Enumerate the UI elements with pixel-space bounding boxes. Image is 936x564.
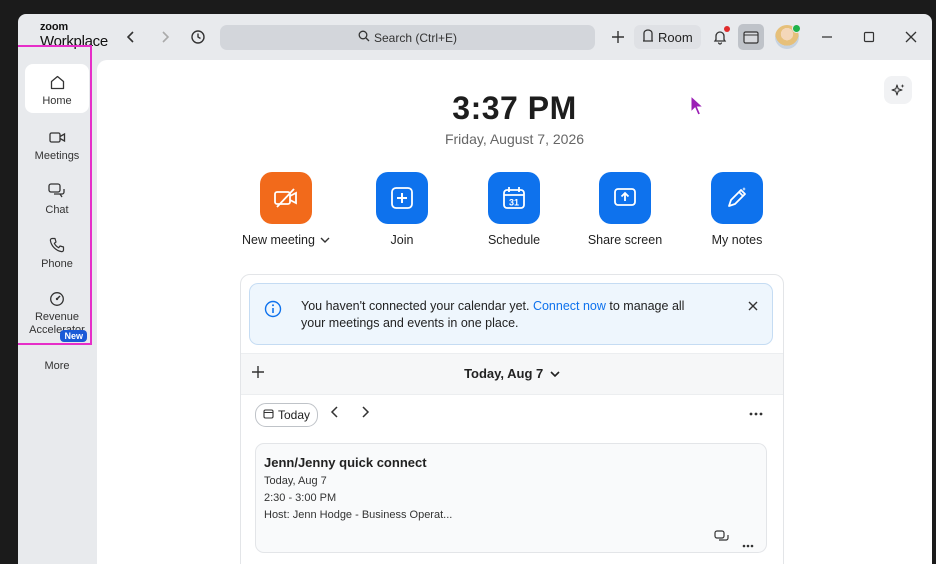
meeting-more-options-button[interactable] <box>742 535 754 553</box>
sidebar-item-home[interactable]: Home <box>25 64 89 113</box>
share-screen-button[interactable] <box>599 172 651 224</box>
meeting-time: 2:30 - 3:00 PM <box>264 492 337 504</box>
calendar-connect-banner: You haven't connected your calendar yet.… <box>249 283 773 345</box>
gauge-icon <box>49 288 65 310</box>
minimize-button[interactable] <box>816 26 838 48</box>
video-off-icon <box>274 188 297 208</box>
chevron-down-icon <box>550 366 560 381</box>
schedule-button[interactable]: 31 <box>488 172 540 224</box>
calendar-small-icon <box>263 408 274 422</box>
schedule-action[interactable]: 31 Schedule <box>459 172 569 247</box>
current-date: Friday, August 7, 2026 <box>444 131 585 147</box>
forward-button[interactable] <box>154 26 176 48</box>
banner-text: You haven't connected your calendar yet.… <box>301 298 711 332</box>
sidebar-item-label: Meetings <box>34 150 80 162</box>
phone-icon <box>49 234 65 256</box>
chat-bubbles-icon <box>714 530 729 541</box>
previous-day-button[interactable] <box>330 405 340 421</box>
zoom-window: zoom Workplace Search (Ctrl+E) Room Home… <box>18 14 932 564</box>
app-board-icon <box>743 31 759 44</box>
share-up-arrow-icon <box>614 188 636 206</box>
my-notes-button[interactable] <box>711 172 763 224</box>
sidebar-item-label: Phone <box>41 258 73 270</box>
new-plus-button[interactable] <box>607 26 629 48</box>
day-selector[interactable]: Today, Aug 7 <box>241 366 783 381</box>
search-icon <box>358 30 370 45</box>
maximize-button[interactable] <box>858 26 880 48</box>
new-meeting-action[interactable]: New meeting <box>231 172 341 247</box>
chat-bubbles-icon <box>48 180 66 202</box>
schedule-label: Schedule <box>487 233 541 247</box>
sidebar-item-meetings[interactable]: Meetings <box>25 120 89 166</box>
plus-icon <box>391 187 413 209</box>
whiteboard-app-button[interactable] <box>738 24 764 50</box>
today-label: Today <box>278 408 311 422</box>
close-window-button[interactable] <box>900 26 922 48</box>
join-label: Join <box>390 233 414 247</box>
connect-now-link[interactable]: Connect now <box>533 299 606 313</box>
new-meeting-button[interactable] <box>260 172 312 224</box>
calendar-panel: You haven't connected your calendar yet.… <box>240 274 784 564</box>
close-icon <box>748 301 758 311</box>
title-bar: zoom Workplace Search (Ctrl+E) Room <box>18 14 932 60</box>
sidebar-item-label: Home <box>42 95 72 107</box>
video-camera-icon <box>48 126 66 148</box>
presence-status-dot <box>792 24 801 33</box>
sidebar: Home Meetings Chat Phone Revenue Acceler… <box>18 45 96 564</box>
history-icon[interactable] <box>187 26 209 48</box>
room-button[interactable]: Room <box>634 25 701 49</box>
sidebar-item-more[interactable]: More <box>25 360 89 384</box>
room-icon <box>642 29 654 45</box>
share-screen-action[interactable]: Share screen <box>570 172 680 247</box>
search-placeholder: Search (Ctrl+E) <box>373 30 458 45</box>
room-label: Room <box>658 29 693 45</box>
my-notes-label: My notes <box>711 233 763 247</box>
share-screen-label: Share screen <box>587 233 663 247</box>
notification-dot <box>724 26 730 32</box>
notifications-button[interactable] <box>709 26 731 48</box>
mouse-cursor-icon <box>690 95 705 116</box>
next-day-button[interactable] <box>360 405 370 421</box>
join-action[interactable]: Join <box>347 172 457 247</box>
today-button[interactable]: Today <box>255 403 319 427</box>
notes-pen-icon <box>728 187 746 207</box>
more-horizontal-icon <box>749 412 763 416</box>
close-banner-button[interactable] <box>748 298 758 314</box>
new-meeting-label: New meeting <box>242 233 315 247</box>
search-input[interactable]: Search (Ctrl+E) <box>220 25 595 50</box>
sidebar-item-label: More <box>44 360 70 372</box>
info-icon <box>264 300 282 323</box>
meeting-card[interactable]: Jenn/Jenny quick connect Today, Aug 7 2:… <box>255 443 767 553</box>
meeting-chat-button[interactable] <box>714 530 729 549</box>
meeting-date: Today, Aug 7 <box>264 475 327 487</box>
sidebar-item-revenue-accelerator[interactable]: Revenue Accelerator New <box>25 284 89 344</box>
home-main-panel: 3:37 PM Friday, August 7, 2026 New meeti… <box>97 60 932 564</box>
zoom-workplace-logo: zoom Workplace <box>40 21 108 50</box>
join-button[interactable] <box>376 172 428 224</box>
back-button[interactable] <box>120 26 142 48</box>
clock-time: 3:37 PM <box>452 90 577 126</box>
sidebar-item-phone[interactable]: Phone <box>25 228 89 274</box>
more-horizontal-icon <box>742 544 754 548</box>
sidebar-item-label: Chat <box>45 204 69 216</box>
day-label: Today, Aug 7 <box>464 366 544 381</box>
calendar-day-number: 31 <box>509 198 519 208</box>
meeting-host: Host: Jenn Hodge - Business Operat... <box>264 509 453 521</box>
meeting-title: Jenn/Jenny quick connect <box>264 455 427 470</box>
chevron-down-icon[interactable] <box>320 233 330 247</box>
sidebar-item-chat[interactable]: Chat <box>25 174 89 220</box>
my-notes-action[interactable]: My notes <box>682 172 792 247</box>
banner-text-start: You haven't connected your calendar yet. <box>301 299 533 313</box>
home-icon <box>49 71 66 93</box>
calendar-more-options-button[interactable] <box>749 403 763 419</box>
day-header-bar: Today, Aug 7 <box>241 353 783 395</box>
calendar-icon: 31 <box>503 187 525 209</box>
new-badge: New <box>60 330 87 342</box>
